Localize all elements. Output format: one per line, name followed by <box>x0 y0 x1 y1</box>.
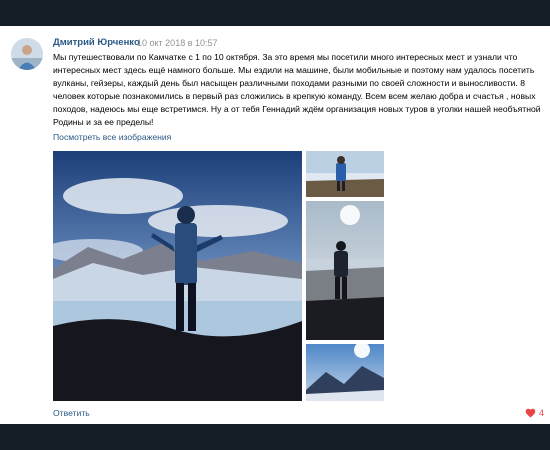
top-dark-band <box>0 0 550 26</box>
photo-thumb-1[interactable] <box>306 151 384 197</box>
like-button[interactable]: 4 <box>525 406 544 420</box>
photo-thumb-3[interactable] <box>306 344 384 401</box>
photo-thumb-2[interactable] <box>306 201 384 340</box>
avatar[interactable] <box>11 38 43 70</box>
like-count: 4 <box>538 408 544 418</box>
photo-main[interactable] <box>53 151 302 401</box>
bottom-dark-band <box>0 424 550 450</box>
post-date[interactable]: 10 окт 2018 в 10:57 <box>137 38 218 48</box>
reply-button[interactable]: Ответить <box>53 408 90 418</box>
comment-card: Дмитрий Юрченко 10 окт 2018 в 10:57 Мы п… <box>0 26 550 424</box>
post-text: Мы путешествовали по Камчатке с 1 по 10 … <box>53 52 541 128</box>
heart-icon <box>525 408 536 418</box>
see-all-images-link[interactable]: Посмотреть все изображения <box>53 132 171 142</box>
author-name[interactable]: Дмитрий Юрченко <box>53 37 140 48</box>
